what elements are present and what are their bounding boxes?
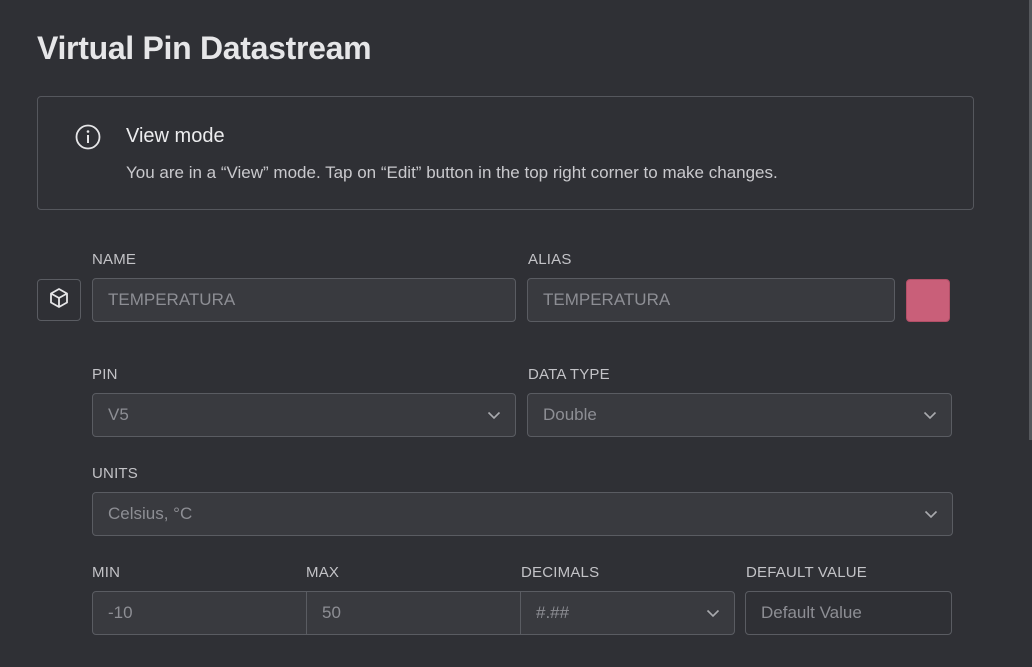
default-value-input[interactable]: Default Value [745, 591, 952, 635]
units-select[interactable]: Celsius, °C [92, 492, 953, 536]
data-type-select[interactable]: Double [527, 393, 952, 437]
notice-text: You are in a “View” mode. Tap on “Edit” … [126, 163, 778, 182]
chevron-down-icon [924, 507, 938, 521]
chevron-down-icon [923, 408, 937, 422]
data-type-label: DATA TYPE [528, 366, 610, 383]
max-label: MAX [306, 564, 340, 581]
units-label: UNITS [92, 465, 138, 482]
max-input[interactable]: 50 [306, 591, 521, 635]
data-type-value: Double [543, 405, 597, 424]
alias-label: ALIAS [528, 251, 572, 268]
decimals-select[interactable]: #.## [520, 591, 735, 635]
name-input[interactable]: TEMPERATURA [92, 278, 516, 322]
default-value-placeholder: Default Value [761, 603, 862, 622]
chevron-down-icon [487, 408, 501, 422]
pin-label: PIN [92, 366, 118, 383]
min-label: MIN [92, 564, 121, 581]
alias-input[interactable]: TEMPERATURA [527, 278, 895, 322]
decimals-value: #.## [536, 603, 570, 622]
min-value: -10 [108, 603, 133, 622]
icon-picker-button[interactable] [37, 279, 81, 321]
view-mode-notice: View mode You are in a “View” mode. Tap … [37, 96, 974, 210]
max-value: 50 [322, 603, 341, 622]
pin-value: V5 [108, 405, 129, 424]
notice-title: View mode [126, 125, 225, 147]
cube-icon [48, 287, 70, 314]
units-value: Celsius, °C [108, 504, 193, 523]
name-label: NAME [92, 251, 137, 268]
chevron-down-icon [706, 606, 720, 620]
alias-value: TEMPERATURA [543, 290, 671, 309]
default-value-label: DEFAULT VALUE [746, 564, 867, 581]
decimals-label: DECIMALS [521, 564, 600, 581]
color-picker-swatch[interactable] [906, 279, 950, 322]
info-circle-icon [75, 124, 101, 150]
name-value: TEMPERATURA [108, 290, 236, 309]
min-input[interactable]: -10 [92, 591, 307, 635]
page-title: Virtual Pin Datastream [37, 30, 372, 66]
pin-select[interactable]: V5 [92, 393, 516, 437]
